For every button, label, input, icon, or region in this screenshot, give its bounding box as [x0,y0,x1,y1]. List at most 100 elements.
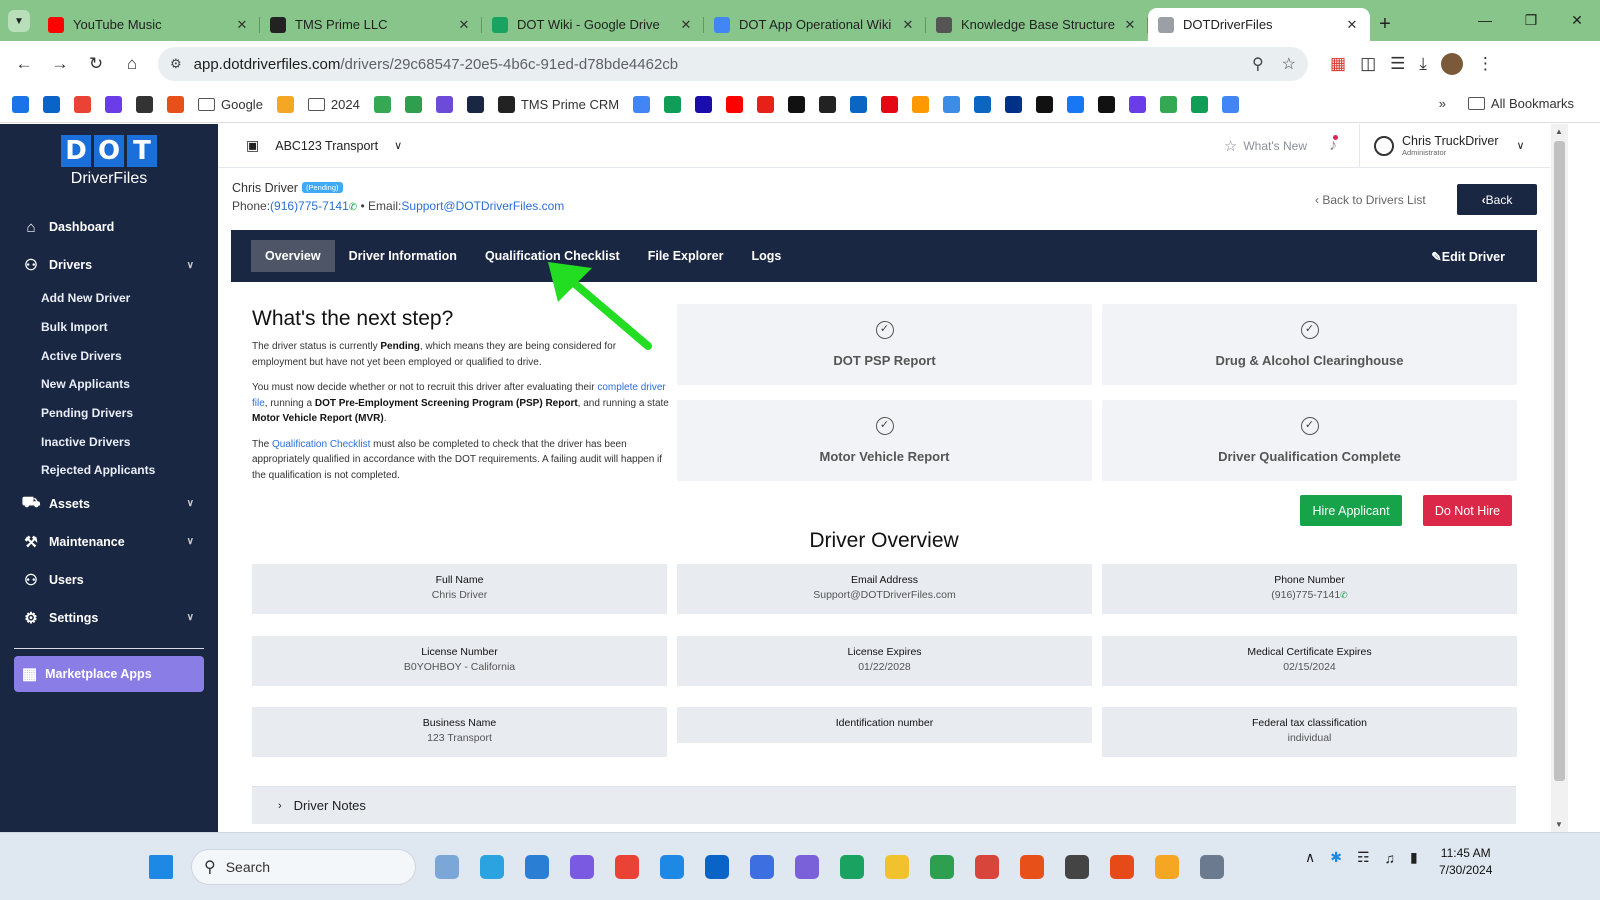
company-selector[interactable]: ABC123 Transport [275,139,378,153]
sidebar-sub-pending-drivers[interactable]: Pending Drivers [0,399,218,428]
phone-icon[interactable]: ✆ [1340,590,1348,600]
do-not-hire-button[interactable]: Do Not Hire [1423,495,1512,526]
sidebar-sub-bulk-import[interactable]: Bulk Import [0,313,218,342]
sidebar-sub-inactive-drivers[interactable]: Inactive Drivers [0,427,218,456]
volume-icon[interactable]: ♫ [1385,850,1396,866]
tab-search-button[interactable]: ▼ [8,10,30,32]
battery-icon[interactable]: ▮ [1410,849,1418,866]
scroll-down-icon[interactable]: ▼ [1555,820,1563,829]
chevron-up-icon[interactable]: ∧ [1305,849,1315,866]
bookmark-item[interactable] [912,96,930,113]
email-link[interactable]: Support@DOTDriverFiles.com [401,199,564,213]
check-card-mvr[interactable]: ✓ Motor Vehicle Report [677,400,1092,481]
taskbar-app-icon[interactable] [649,849,694,885]
all-bookmarks-folder[interactable]: All Bookmarks [1467,96,1574,111]
bookmark-item[interactable] [373,96,391,113]
bookmark-item[interactable] [167,96,184,113]
close-window-icon[interactable]: ✕ [1554,0,1600,40]
bookmark-item[interactable] [435,96,453,113]
back-button[interactable]: ‹ Back [1457,184,1537,215]
address-bar[interactable]: ⚙ app.dotdriverfiles.com/drivers/29c6854… [158,47,1308,81]
restore-icon[interactable]: ❐ [1508,0,1554,40]
bookmark-item[interactable] [1098,96,1116,113]
browser-menu-icon[interactable]: ⋮ [1477,54,1494,74]
taskbar-app-icon[interactable] [1189,849,1234,885]
bookmark-item[interactable] [74,96,91,113]
sidebar-sub-add-new-driver[interactable]: Add New Driver [0,284,218,313]
bookmark-item[interactable] [105,96,122,113]
sidebar-sub-rejected-applicants[interactable]: Rejected Applicants [0,456,218,485]
sidebar-item-drivers[interactable]: ⚇ Drivers ∨ [0,246,218,284]
scrollbar-thumb[interactable] [1554,141,1565,781]
sidebar-item-dashboard[interactable]: ⌂ Dashboard [0,208,218,246]
phone-icon[interactable]: ✆ [349,202,357,213]
bookmark-star-icon[interactable]: ☆ [1282,54,1296,74]
bookmark-item[interactable] [974,96,992,113]
bookmark-item[interactable] [726,96,744,113]
close-tab-icon[interactable]: ✕ [1344,17,1360,33]
download-icon[interactable]: ⤓ [1419,54,1427,74]
bookmark-item[interactable] [1160,96,1178,113]
user-menu[interactable]: Chris TruckDriver Administrator ∨ [1359,124,1551,168]
taskbar-app-icon[interactable] [964,849,1009,885]
bookmark-item[interactable] [404,96,422,113]
taskbar-app-icon[interactable] [559,849,604,885]
bookmark-item[interactable] [943,96,961,113]
chevron-down-icon[interactable]: ∨ [394,139,402,152]
bookmark-item[interactable] [276,96,294,113]
sidebar-sub-active-drivers[interactable]: Active Drivers [0,341,218,370]
close-tab-icon[interactable]: ✕ [456,17,472,33]
bookmark-item[interactable] [757,96,775,113]
taskbar-app-icon[interactable] [424,849,469,885]
bookmark-item[interactable] [1129,96,1147,113]
marketplace-apps-button[interactable]: ▦ Marketplace Apps [14,655,204,692]
bookmark-item[interactable] [1005,96,1023,113]
site-info-icon[interactable]: ⚙ [170,56,182,72]
bookmark-item[interactable] [695,96,713,113]
bookmark-item[interactable] [1067,96,1085,113]
close-tab-icon[interactable]: ✕ [1122,17,1138,33]
close-tab-icon[interactable]: ✕ [678,17,694,33]
taskbar-app-icon[interactable] [514,849,559,885]
bookmark-item[interactable] [881,96,899,113]
sidebar-sub-new-applicants[interactable]: New Applicants [0,370,218,399]
tab-overview[interactable]: Overview [251,240,335,272]
bookmark-item[interactable] [1222,96,1240,113]
bookmark-item[interactable] [466,96,484,113]
app-logo[interactable]: D O T DriverFiles [61,135,157,188]
forward-arrow-icon[interactable]: → [42,46,78,82]
home-icon[interactable]: ⌂ [114,46,150,82]
taskbar-app-icon[interactable] [604,849,649,885]
bookmark-item[interactable] [1036,96,1054,113]
browser-tab[interactable]: DOT App Operational Wiki ✕ [704,8,926,41]
tab-file-explorer[interactable]: File Explorer [634,240,738,272]
notification-bell-icon[interactable]: ♪ [1329,134,1338,155]
bookmark-item[interactable]: TMS Prime CRM [497,96,619,113]
sidebar-item-assets[interactable]: ⛟ Assets ∨ [0,485,218,523]
minimize-icon[interactable]: — [1462,0,1508,40]
extension-calendar-icon[interactable]: ▦ [1330,54,1346,74]
bookmark-item[interactable] [1191,96,1209,113]
phone-link[interactable]: (916)775-7141 [270,199,349,213]
driver-notes-accordion[interactable]: › Driver Notes [252,786,1516,824]
hire-applicant-button[interactable]: Hire Applicant [1300,495,1402,526]
browser-tab[interactable]: Knowledge Base Structure ✕ [926,8,1148,41]
tab-logs[interactable]: Logs [737,240,795,272]
taskbar-app-icon[interactable] [739,849,784,885]
new-tab-button[interactable]: + [1370,9,1400,39]
bookmark-item[interactable] [788,96,806,113]
browser-tab[interactable]: DOT Wiki - Google Drive ✕ [482,8,704,41]
bookmark-folder[interactable]: Google [198,97,263,112]
zoom-icon[interactable]: ⚲ [1252,54,1264,74]
close-tab-icon[interactable]: ✕ [234,17,250,33]
bookmark-item[interactable] [136,96,153,113]
scroll-up-icon[interactable]: ▲ [1555,127,1563,136]
page-scrollbar[interactable]: ▲ ▼ [1551,124,1568,832]
bookmark-item[interactable] [819,96,837,113]
qualification-checklist-link[interactable]: Qualification Checklist [272,439,370,450]
edit-driver-button[interactable]: ✎Edit Driver [1431,249,1505,264]
taskbar-search[interactable]: ⚲ Search [191,849,416,885]
extensions-puzzle-icon[interactable]: ◫ [1360,54,1376,74]
taskbar-app-icon[interactable] [1054,849,1099,885]
reload-icon[interactable]: ↻ [78,46,114,82]
